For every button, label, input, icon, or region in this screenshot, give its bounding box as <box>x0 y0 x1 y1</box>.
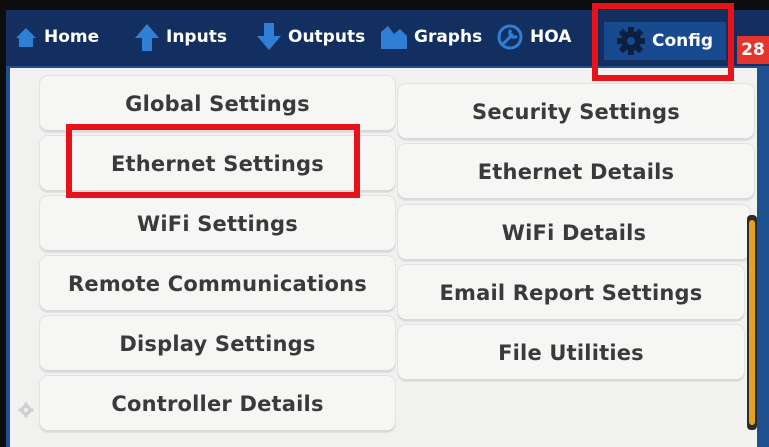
tab-home-label: Home <box>44 27 100 47</box>
remote-communications-button[interactable]: Remote Communications <box>40 256 395 312</box>
tab-home[interactable]: Home <box>14 18 99 56</box>
arrow-up-icon <box>134 22 160 52</box>
tab-hoa-label: HOA <box>530 27 572 47</box>
tab-graphs[interactable]: Graphs <box>380 18 482 56</box>
settings-gear-icon <box>18 402 34 422</box>
arrow-down-icon <box>256 22 282 52</box>
security-settings-button[interactable]: Security Settings <box>398 84 754 140</box>
top-navigation-bar: Home Inputs Outputs Graphs HOA Config 28 <box>6 10 769 66</box>
scrollbar-thumb[interactable] <box>749 220 755 425</box>
wifi-settings-button[interactable]: WiFi Settings <box>40 196 395 252</box>
display-settings-button[interactable]: Display Settings <box>40 316 395 372</box>
controller-screen: Home Inputs Outputs Graphs HOA Config 28… <box>6 10 769 447</box>
email-report-settings-button[interactable]: Email Report Settings <box>398 265 744 321</box>
ethernet-settings-button[interactable]: Ethernet Settings <box>40 136 395 192</box>
alarm-count-badge[interactable]: 28 <box>737 36 769 64</box>
file-utilities-button[interactable]: File Utilities <box>398 325 744 381</box>
home-icon <box>14 25 38 49</box>
controller-details-button[interactable]: Controller Details <box>40 376 395 432</box>
tab-outputs[interactable]: Outputs <box>256 18 365 56</box>
wifi-details-button[interactable]: WiFi Details <box>398 205 750 261</box>
global-settings-button[interactable]: Global Settings <box>40 76 395 132</box>
tab-hoa[interactable]: HOA <box>496 18 571 56</box>
tab-config-label: Config <box>652 31 714 51</box>
tab-outputs-label: Outputs <box>288 27 366 47</box>
tab-config[interactable]: Config <box>604 22 726 60</box>
tab-inputs[interactable]: Inputs <box>134 18 227 56</box>
graph-icon <box>380 24 408 50</box>
gear-icon <box>616 26 646 56</box>
ethernet-details-button[interactable]: Ethernet Details <box>398 144 754 200</box>
tab-inputs-label: Inputs <box>166 27 227 47</box>
tab-graphs-label: Graphs <box>414 27 483 47</box>
wrench-icon <box>496 23 524 51</box>
